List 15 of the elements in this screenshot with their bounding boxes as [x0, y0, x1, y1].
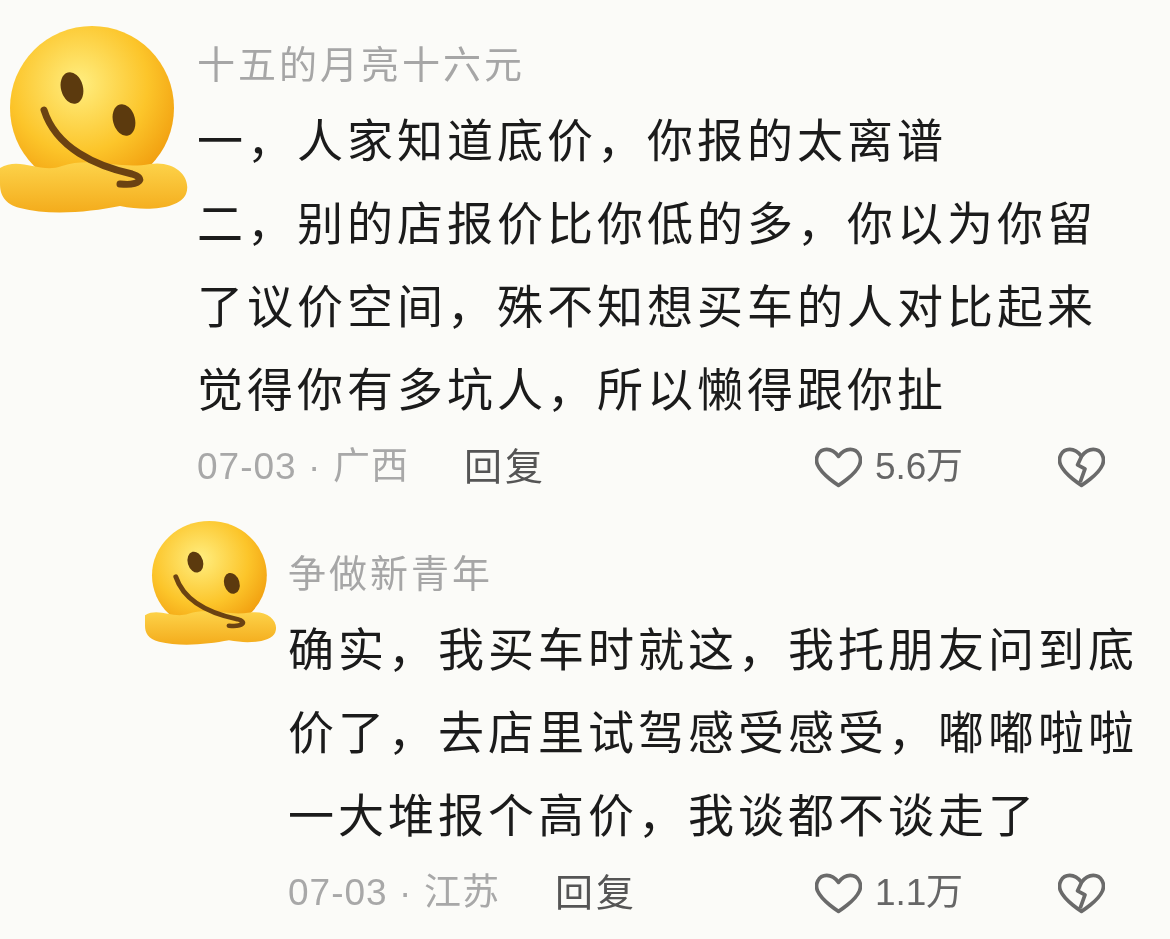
dislike-button[interactable]: [1058, 872, 1105, 914]
heart-icon: [815, 446, 862, 488]
comment-text: 确实，我买车时就这，我托朋友问到底价了，去店里试驾感受感受，嘟嘟啦啦一大堆报个高价，我谈都不谈走了: [288, 623, 1139, 844]
broken-heart-icon: [1058, 872, 1105, 914]
reply-button[interactable]: 回复: [554, 868, 637, 918]
heart-icon: [815, 872, 862, 914]
comment-text: 二，别的店报价比你低的多，你以为你留了议价空间，殊不知想买车的人对比起来觉得你有多坑人，所以懒得跟你扯: [197, 197, 1098, 418]
comment-date-location: 07-03 · 广西: [197, 445, 409, 489]
reply-button[interactable]: 回复: [463, 442, 546, 492]
broken-heart-icon: [1058, 446, 1105, 488]
dislike-button[interactable]: [1058, 446, 1105, 488]
comment-date-location: 07-03 · 江苏: [288, 871, 500, 915]
like-button[interactable]: 5.6万: [815, 442, 1015, 492]
like-button[interactable]: 1.1万: [815, 868, 1015, 918]
comment-text: 一，人家知道底价，你报的太离谱: [197, 114, 948, 169]
